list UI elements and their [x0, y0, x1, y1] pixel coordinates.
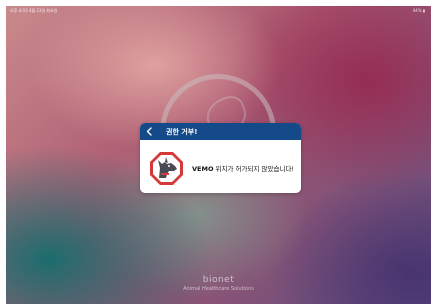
back-chevron-icon[interactable]	[144, 126, 154, 137]
dialog-header: 권한 거부!	[140, 123, 301, 140]
dialog-title: 권한 거부!	[166, 128, 198, 136]
page: 오후 4:03 4월 23일 화요일 44% ▮ bionet Animal H…	[0, 0, 433, 304]
dialog-message: VEMO 위치가 허가되지 않았습니다!	[192, 163, 294, 173]
brand-name: bionet	[202, 275, 235, 285]
dialog-message-app-name: VEMO	[192, 165, 214, 173]
guard-dog-stop-icon	[149, 151, 184, 186]
permission-denied-dialog: 권한 거부! VEMO 위치가 허가되지 않았습니다!	[140, 123, 301, 193]
status-bar: 오후 4:03 4월 23일 화요일 44% ▮	[6, 6, 431, 15]
status-battery: 44% ▮	[412, 8, 425, 13]
dialog-message-text: 위치가 허가되지 않았습니다!	[213, 165, 295, 173]
brand-footer: bionet Animal Healthcare Solutions	[6, 275, 431, 292]
status-time-date: 오후 4:03 4월 23일 화요일	[10, 8, 58, 13]
brand-subtitle: Animal Healthcare Solutions	[183, 286, 254, 292]
